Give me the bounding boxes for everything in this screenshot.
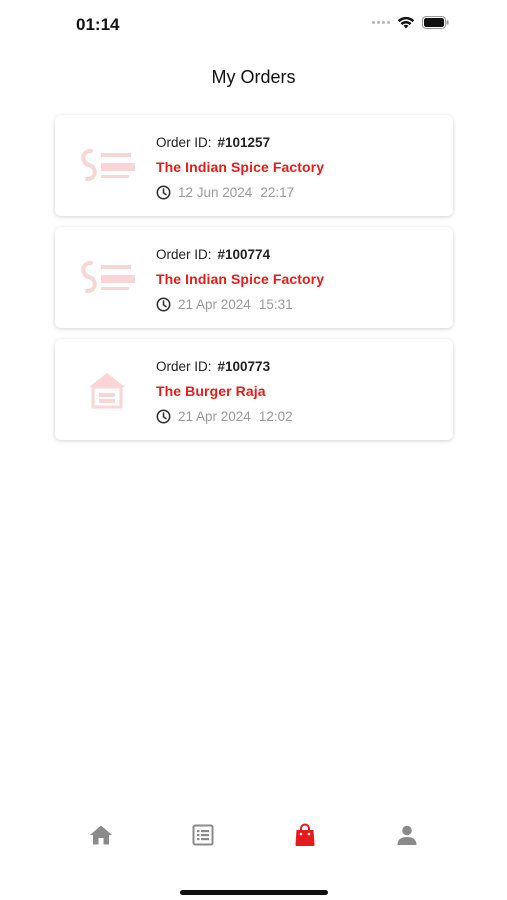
- indian-spice-factory-logo: [81, 261, 135, 293]
- shopping-bag-icon: [295, 823, 315, 846]
- order-card[interactable]: Order ID: #100774 The Indian Spice Factor…: [55, 227, 453, 328]
- order-time: 22:17: [260, 184, 295, 200]
- order-info: Order ID: #100773 The Burger Raja 21 Apr …: [156, 359, 293, 425]
- order-id-row: Order ID: #100774: [156, 247, 324, 265]
- order-info: Order ID: #101257 The Indian Spice Factor…: [156, 135, 324, 201]
- order-date: 12 Jun 2024: [178, 184, 253, 200]
- status-time: 01:14: [76, 15, 120, 34]
- restaurant-name: The Indian Spice Factory: [156, 271, 325, 287]
- home-icon: [90, 825, 112, 845]
- clock-icon: [156, 409, 171, 423]
- order-id-row: Order ID: #100773: [156, 359, 293, 377]
- order-datetime: 12 Jun 2024 22:17: [156, 183, 324, 201]
- status-icons: [372, 16, 449, 29]
- indian-spice-factory-logo: [81, 149, 135, 181]
- nav-home[interactable]: [88, 822, 114, 848]
- order-date: 21 Apr 2024: [178, 408, 251, 424]
- status-bar: 01:14: [0, 0, 507, 50]
- order-card[interactable]: Order ID: #100773 The Burger Raja 21 Apr …: [55, 339, 453, 440]
- nav-orders-list[interactable]: [190, 822, 216, 848]
- profile-icon: [397, 825, 417, 845]
- order-id-label: Order ID:: [156, 135, 212, 150]
- nav-my-orders[interactable]: [292, 822, 318, 848]
- order-datetime: 21 Apr 2024 12:02: [156, 407, 293, 425]
- bottom-nav: [0, 812, 507, 860]
- restaurant-name: The Burger Raja: [156, 383, 266, 399]
- restaurant-name: The Indian Spice Factory: [156, 159, 325, 175]
- home-indicator: [180, 890, 328, 895]
- order-date: 21 Apr 2024: [178, 296, 251, 312]
- order-card[interactable]: Order ID: #101257 The Indian Spice Factor…: [55, 115, 453, 216]
- order-id-label: Order ID:: [156, 247, 212, 262]
- order-time: 15:31: [258, 296, 293, 312]
- page-title: My Orders: [211, 67, 296, 87]
- order-time: 12:02: [258, 408, 293, 424]
- nav-profile[interactable]: [394, 822, 420, 848]
- order-id: #100773: [217, 359, 271, 374]
- menu-list-icon: [192, 824, 214, 846]
- wifi-icon: [397, 16, 415, 29]
- battery-icon: [422, 16, 449, 29]
- order-id: #101257: [217, 135, 271, 150]
- order-list: Order ID: #101257 The Indian Spice Factor…: [55, 115, 453, 451]
- order-datetime: 21 Apr 2024 15:31: [156, 295, 324, 313]
- order-id: #100774: [217, 247, 271, 262]
- order-id-label: Order ID:: [156, 359, 212, 374]
- burger-raja-logo: [89, 373, 125, 409]
- order-id-row: Order ID: #101257: [156, 135, 324, 153]
- cellular-signal-icon: [372, 21, 390, 24]
- clock-icon: [156, 297, 171, 311]
- order-info: Order ID: #100774 The Indian Spice Factor…: [156, 247, 324, 313]
- clock-icon: [156, 185, 171, 199]
